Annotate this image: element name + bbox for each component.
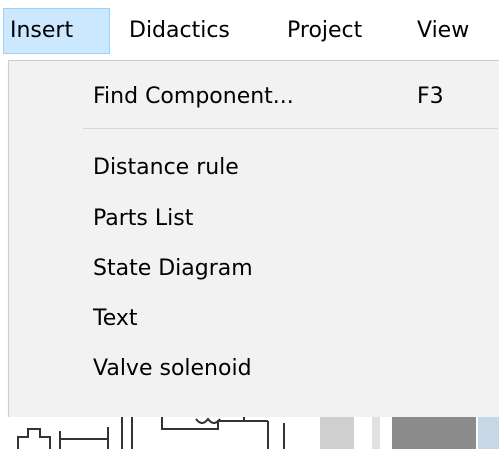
menu-item-find-component[interactable]: Find Component... F3 [9,75,498,119]
menu-item-label: State Diagram [93,256,253,281]
diagram-canvas[interactable] [0,417,499,449]
menu-item-parts-list[interactable]: Parts List [9,197,498,241]
menu-item-label: Parts List [93,206,194,231]
menu-view[interactable]: View [413,8,473,54]
menu-bar: Insert Didactics Project View [0,0,499,64]
menu-item-label: Find Component... [93,84,294,109]
menu-project[interactable]: Project [283,8,366,54]
menu-item-label: Distance rule [93,155,239,180]
menu-item-valve-solenoid[interactable]: Valve solenoid [9,347,498,391]
menu-item-shortcut: F3 [417,84,444,109]
menu-item-state-diagram[interactable]: State Diagram [9,247,498,291]
menu-didactics[interactable]: Didactics [125,8,234,54]
menu-item-distance-rule[interactable]: Distance rule [9,146,498,190]
insert-dropdown-menu: Find Component... F3 Distance rule Parts… [8,60,499,417]
diagram-symbols-icon [17,417,499,449]
menu-insert[interactable]: Insert [3,8,110,54]
menu-item-label: Text [93,306,138,331]
menu-separator [83,128,498,129]
menu-item-label: Valve solenoid [93,356,252,381]
menu-item-text[interactable]: Text [9,297,498,341]
